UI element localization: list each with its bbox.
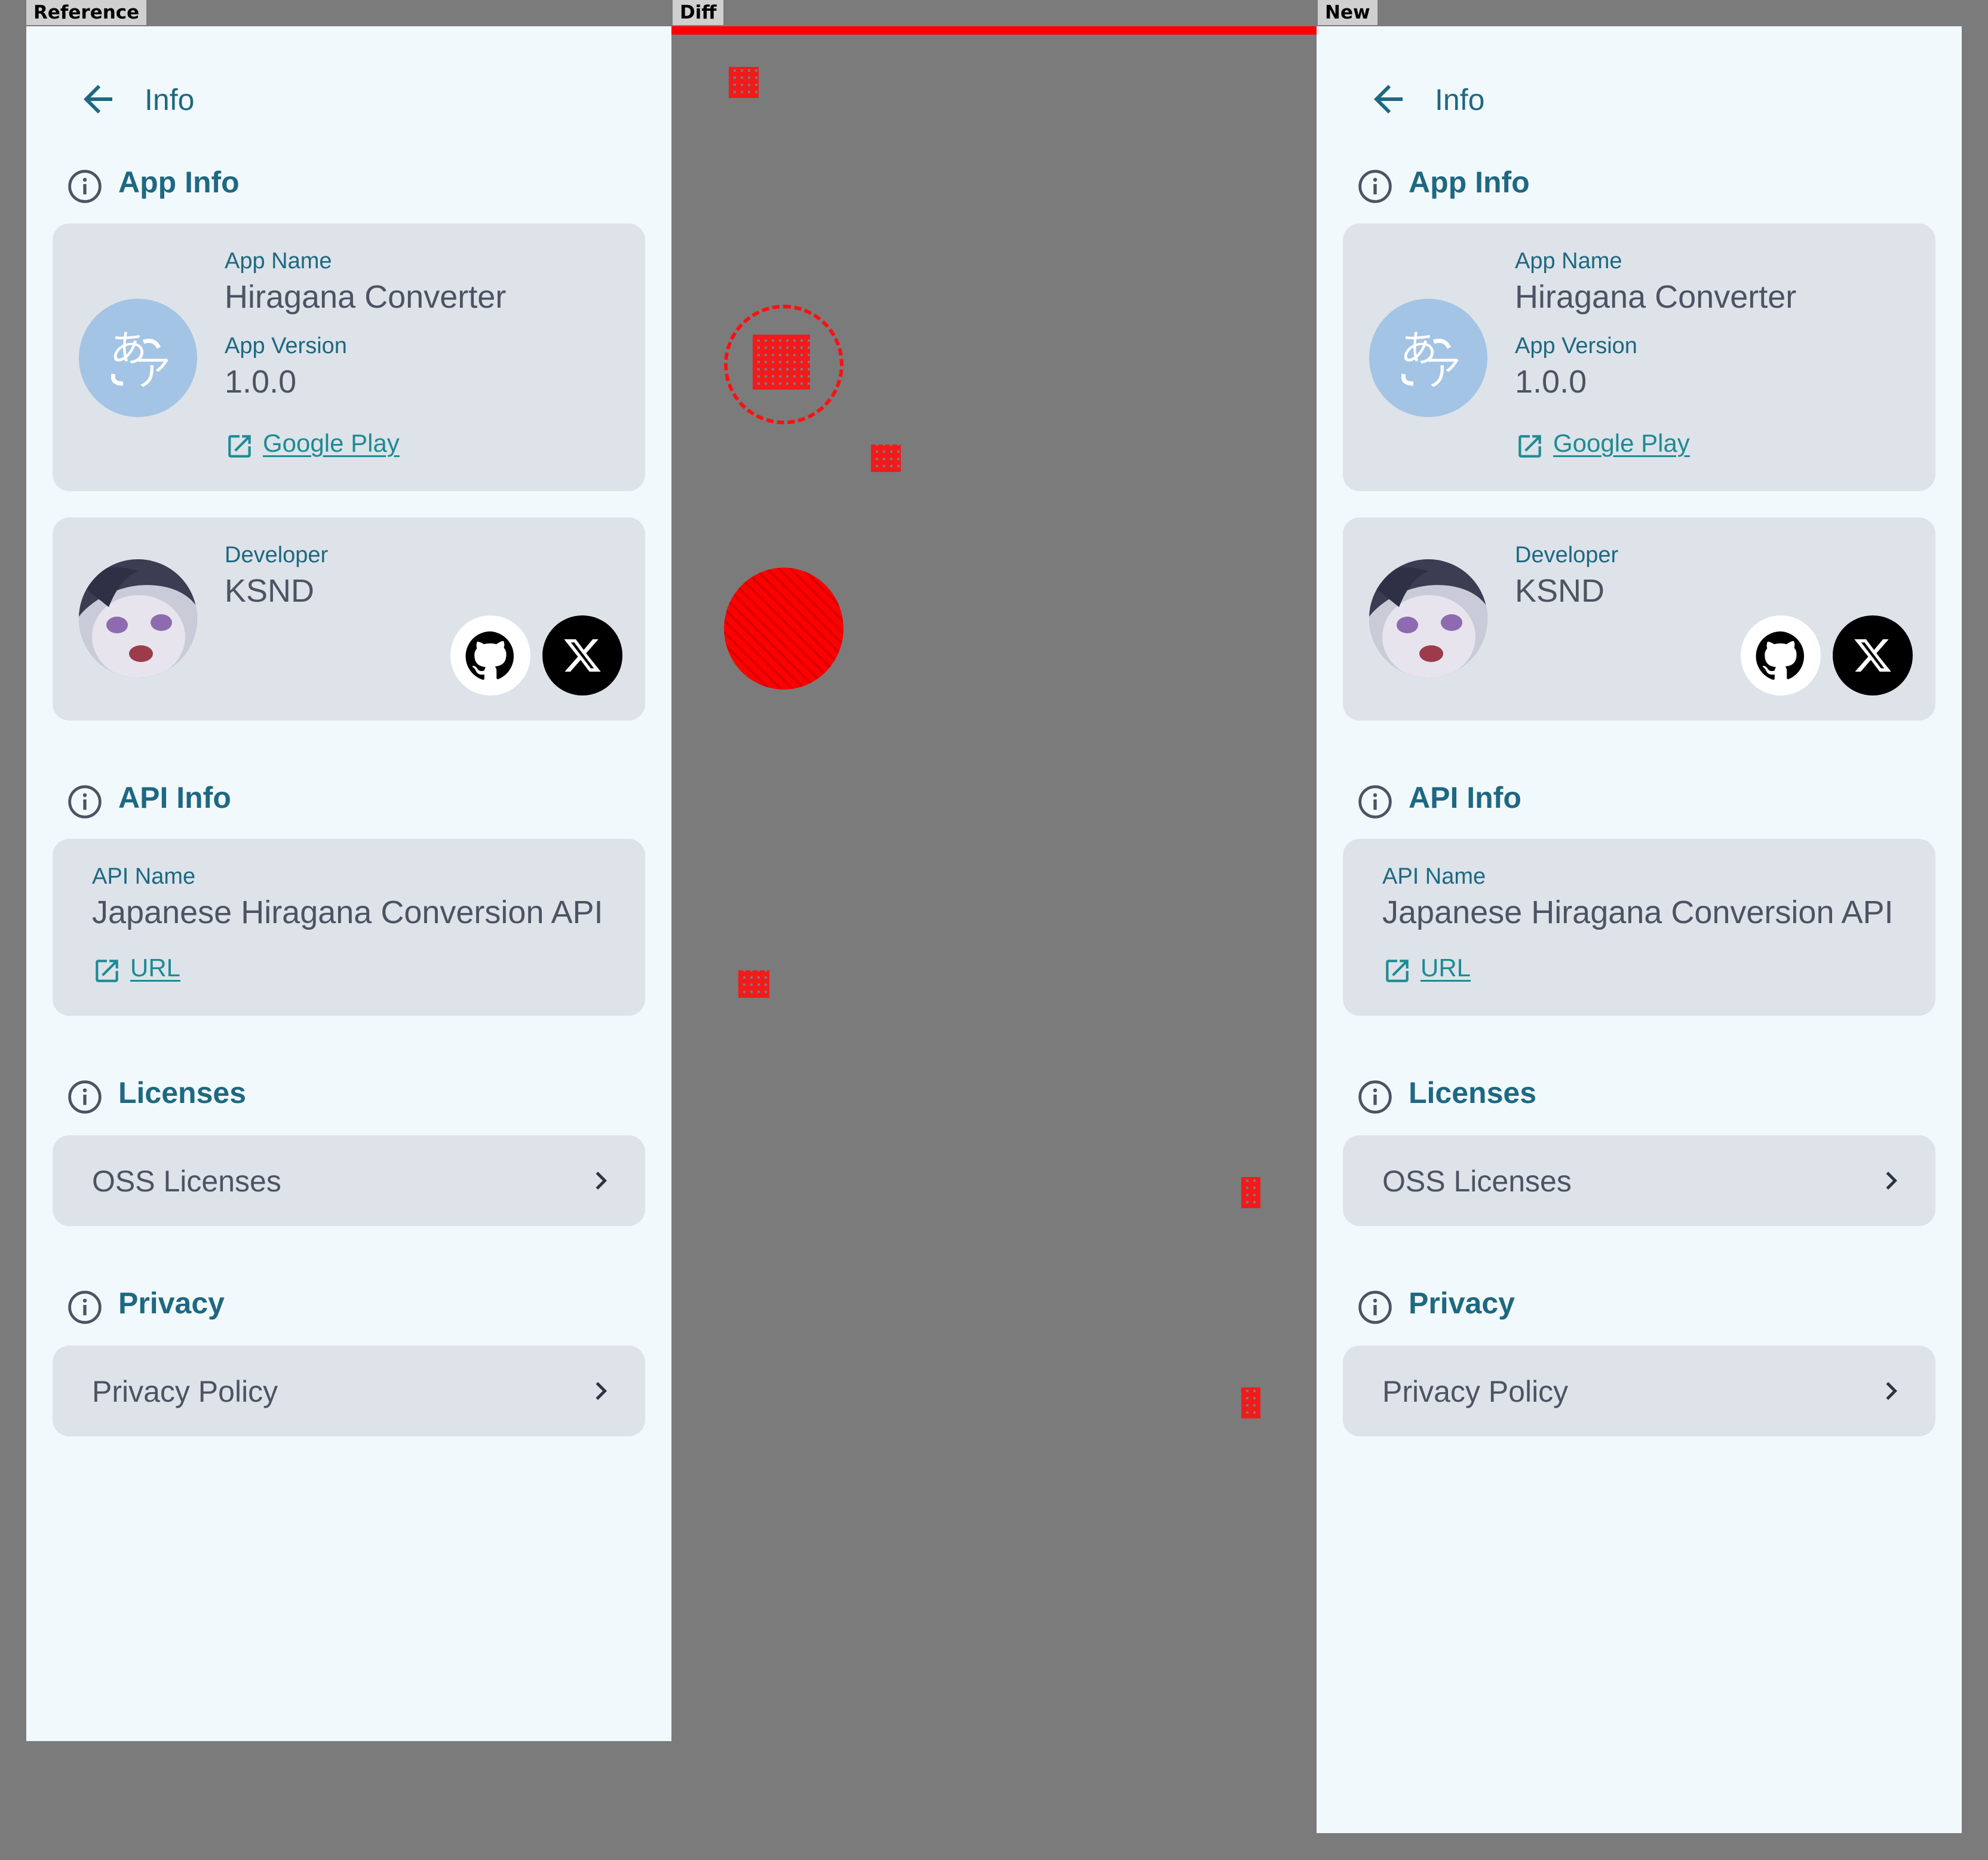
developer-value: KSND [225,573,315,609]
app-logo-icon: あ ア [110,327,171,394]
app-name-label: App Name [1515,249,1622,274]
api-name-label: API Name [1382,864,1486,889]
info-icon [68,1080,102,1114]
api-url-link[interactable]: URL [1421,954,1471,982]
section-title-api-info: API Info [1409,781,1521,814]
external-link-icon [96,960,118,982]
diff-label: Diff [673,0,724,25]
app-icon: あ ア [79,299,197,417]
info-icon [1358,1080,1392,1114]
api-info-card: API Name Japanese Hiragana Conversion AP… [53,839,645,1016]
info-icon [1358,170,1392,203]
external-link-icon [1518,435,1541,458]
app-name-label: App Name [225,249,332,274]
section-title-privacy: Privacy [1409,1286,1515,1320]
developer-avatar [79,559,197,678]
reference-label: Reference [26,0,147,25]
github-button[interactable] [450,615,530,695]
info-icon [68,170,102,203]
diff-mark-api-link [738,970,769,998]
developer-label: Developer [1515,543,1619,568]
external-link-icon [228,435,251,458]
app-version-value: 1.0.0 [225,364,297,400]
x-icon [564,639,601,672]
api-name-label: API Name [92,864,196,889]
privacy-policy-label: Privacy Policy [92,1375,278,1408]
diff-panel [671,26,1317,1860]
diff-mark-chevron-2 [1241,1387,1260,1418]
api-url-link[interactable]: URL [130,954,180,982]
github-icon [1756,631,1805,680]
privacy-policy-row[interactable]: Privacy Policy [53,1346,645,1436]
github-button[interactable] [1741,615,1821,695]
back-arrow-icon[interactable] [1367,78,1410,121]
app-version-label: App Version [1515,333,1637,358]
diff-mark-back [729,67,759,98]
section-title-api-info: API Info [118,781,231,814]
app-info-card: あ ア App Name Hiragana Converter App Vers… [53,223,645,491]
screen-title: Info [1435,83,1485,117]
api-info-card: API Name Japanese Hiragana Conversion AP… [1343,839,1935,1016]
diff-mark-link-icon [871,445,901,472]
app-logo-icon: あ ア [1400,327,1461,394]
info-icon [1358,1291,1392,1324]
privacy-policy-row[interactable]: Privacy Policy [1343,1346,1935,1436]
app-version-label: App Version [225,333,347,358]
chevron-right-icon [596,1172,607,1190]
github-icon [465,631,514,680]
section-title-app-info: App Info [1409,166,1530,199]
section-title-licenses: Licenses [118,1076,247,1110]
developer-value: KSND [1515,573,1605,609]
developer-label: Developer [225,543,329,568]
section-title-privacy: Privacy [118,1286,225,1320]
diff-mark-app-glyph [753,335,810,390]
privacy-policy-label: Privacy Policy [1382,1375,1569,1408]
reference-screen: Info App Info あ ア App Name Hiragana Conv… [26,26,671,1741]
info-icon [68,1291,102,1324]
oss-licenses-label: OSS Licenses [1382,1165,1572,1198]
diff-mark-chevron-1 [1241,1177,1260,1208]
x-button[interactable] [542,615,622,695]
screen-title: Info [145,83,195,117]
section-title-licenses: Licenses [1409,1076,1537,1110]
app-name-value: Hiragana Converter [1515,279,1797,315]
external-link-icon [1386,960,1409,982]
new-screen: Info App Info あ ア App Name Hiragana Conv… [1317,26,1962,1833]
section-title-app-info: App Info [118,166,240,199]
info-icon [68,785,102,819]
svg-text:ア: ア [1424,351,1461,394]
app-info-card: あ ア App Name Hiragana Converter App Vers… [1343,223,1935,491]
svg-text:ア: ア [134,351,171,394]
developer-card: Developer KSND [1343,517,1935,721]
app-icon: あ ア [1369,299,1487,417]
app-version-value: 1.0.0 [1515,364,1587,400]
chevron-right-icon [1886,1382,1897,1400]
api-name-value: Japanese Hiragana Conversion API [1382,894,1894,930]
oss-licenses-label: OSS Licenses [92,1165,281,1198]
google-play-link[interactable]: Google Play [1553,429,1690,458]
oss-licenses-row[interactable]: OSS Licenses [1343,1135,1935,1226]
developer-avatar [1369,559,1487,678]
new-label: New [1318,0,1378,25]
diff-mark-avatar [724,568,843,690]
oss-licenses-row[interactable]: OSS Licenses [53,1135,645,1226]
info-icon [1358,785,1392,819]
x-icon [1854,639,1891,672]
back-arrow-icon[interactable] [76,78,119,121]
chevron-right-icon [1886,1172,1897,1190]
google-play-link[interactable]: Google Play [263,429,400,458]
chevron-right-icon [596,1382,607,1400]
api-name-value: Japanese Hiragana Conversion API [92,894,603,930]
app-name-value: Hiragana Converter [225,279,507,315]
developer-card: Developer KSND [53,517,645,721]
x-button[interactable] [1833,615,1913,695]
